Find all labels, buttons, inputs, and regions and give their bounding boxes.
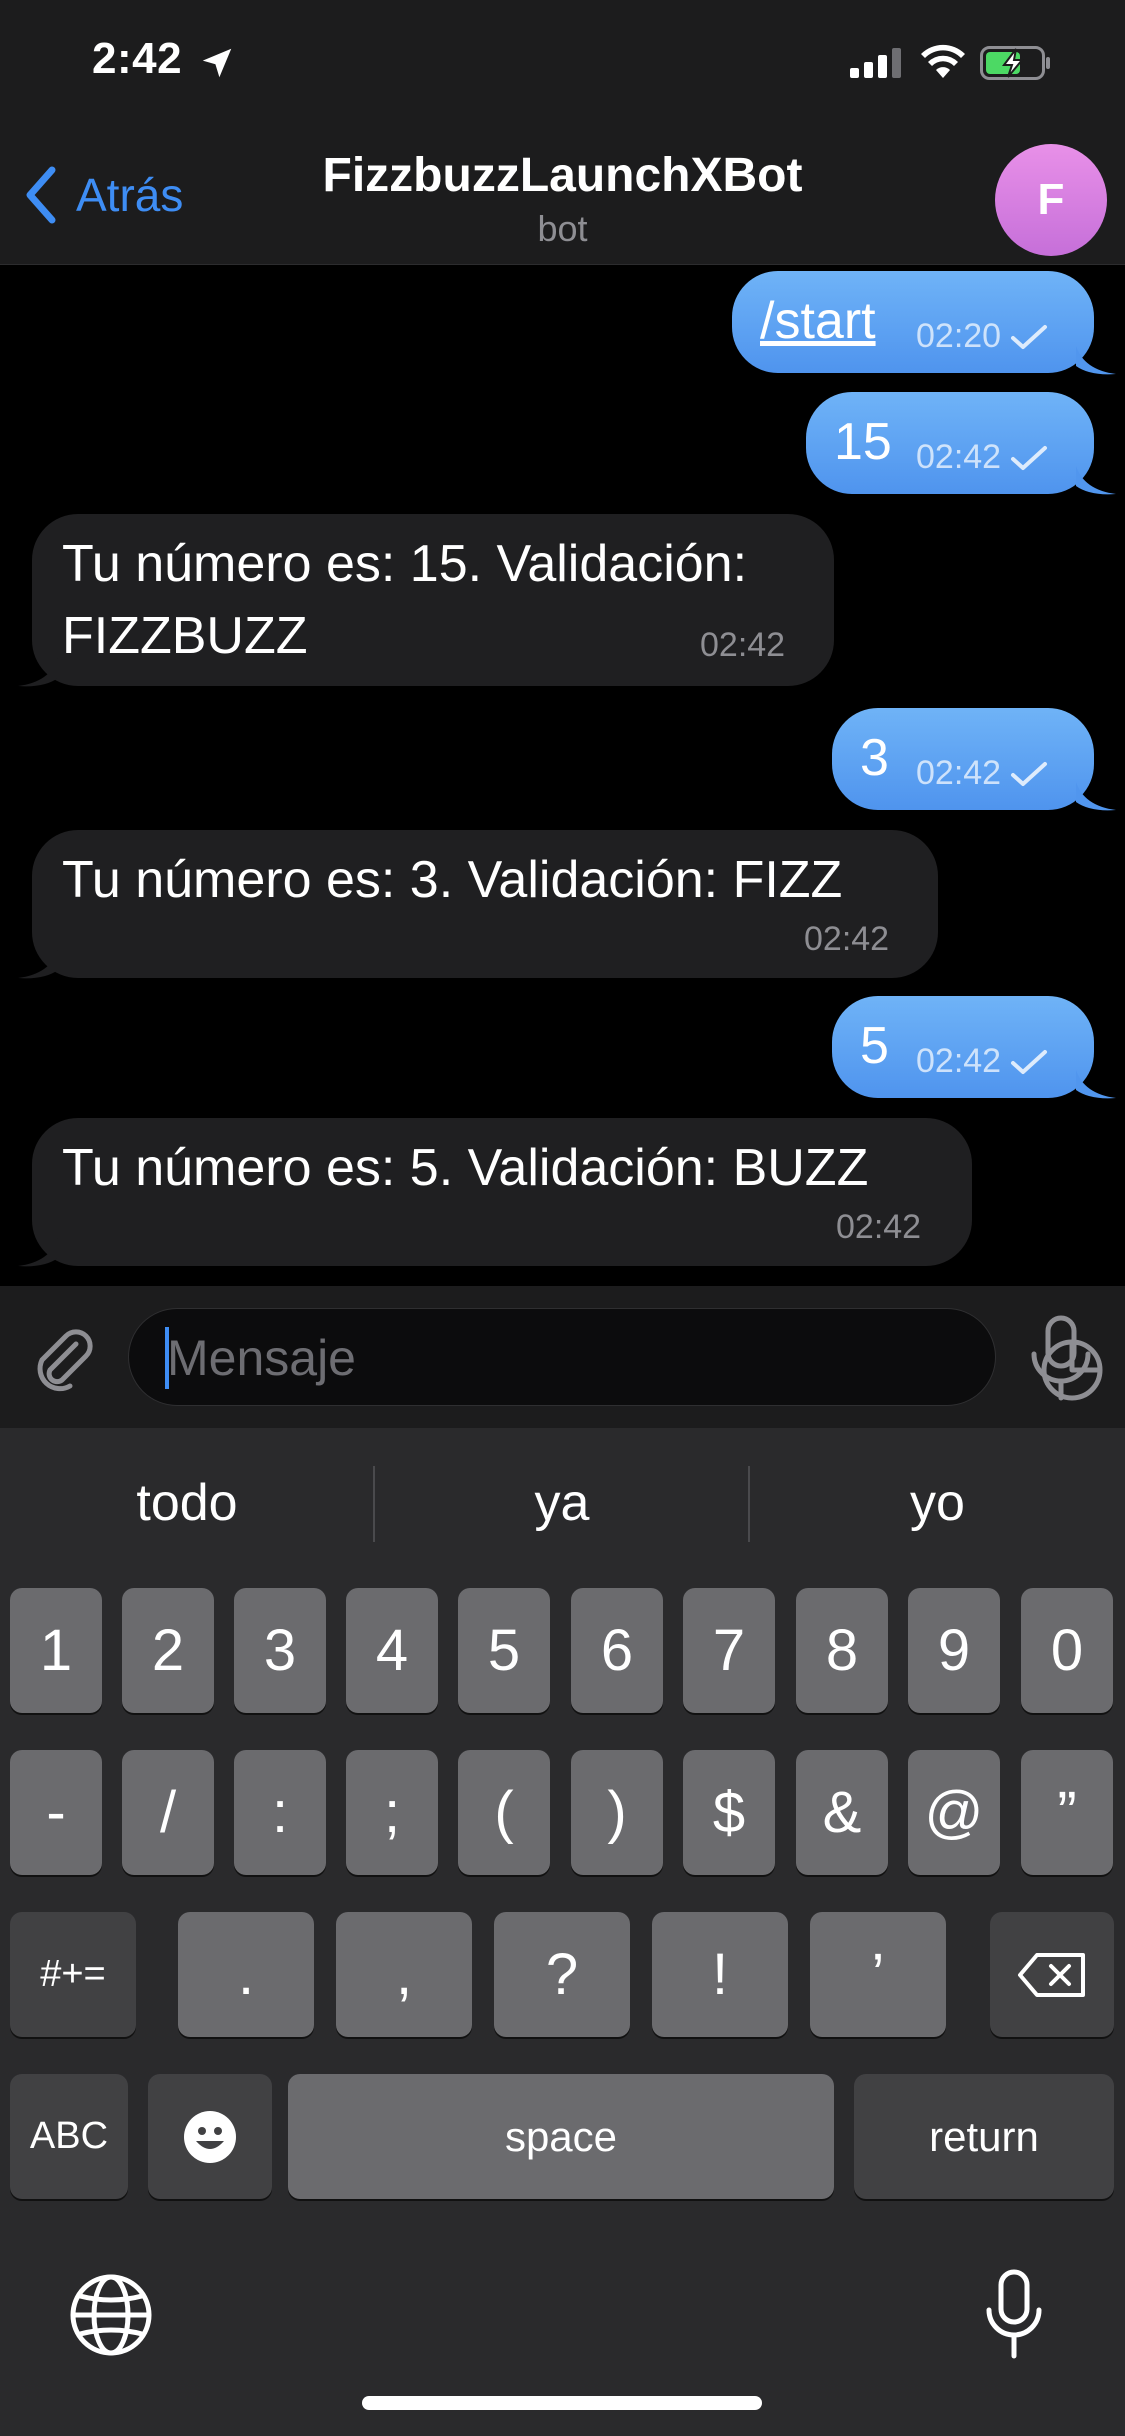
microphone-icon[interactable] <box>1026 1314 1096 1402</box>
message-text: 15 <box>834 413 892 471</box>
outgoing-message[interactable]: 15 02:42 <box>806 392 1094 494</box>
keyboard: todo ya yo 1 2 3 4 5 6 7 8 9 0 - / : ; (… <box>0 1428 1125 2436</box>
bot-command-link[interactable]: /start <box>760 291 876 351</box>
read-check-icon <box>1011 324 1048 349</box>
key-backspace[interactable] <box>990 1912 1114 2037</box>
key-1[interactable]: 1 <box>10 1588 102 1713</box>
bubble-tail <box>18 1238 58 1267</box>
key-7[interactable]: 7 <box>683 1588 775 1713</box>
message-text: Tu número es: 5. Validación: BUZZ <box>62 1139 869 1197</box>
key-8[interactable]: 8 <box>796 1588 888 1713</box>
message-time: 02:20 <box>916 317 1002 355</box>
message-placeholder: Mensaje <box>167 1330 356 1386</box>
bubble-tail <box>18 658 58 687</box>
dictation-microphone-icon[interactable] <box>984 2268 1044 2360</box>
globe-icon[interactable] <box>68 2272 154 2358</box>
key-space[interactable]: space <box>288 2074 834 2199</box>
chat-subtitle: bot <box>537 208 588 249</box>
home-indicator[interactable] <box>362 2396 762 2410</box>
key-emoji[interactable] <box>148 2074 272 2199</box>
bubble-tail <box>1076 346 1116 375</box>
backspace-icon <box>1018 1952 1085 1997</box>
suggestion-item[interactable]: ya <box>375 1458 749 1548</box>
message-text: 3 <box>860 729 889 787</box>
cellular-signal-icon <box>850 48 901 78</box>
key-abc[interactable]: ABC <box>10 2074 128 2199</box>
key-quote[interactable]: ” <box>1021 1750 1113 1875</box>
message-meta: 02:42 <box>836 1208 921 1247</box>
composer-bar: Mensaje <box>0 1286 1125 1428</box>
paperclip-icon[interactable] <box>28 1322 100 1394</box>
suggestion-item[interactable]: todo <box>0 1458 374 1548</box>
key-3[interactable]: 3 <box>234 1588 326 1713</box>
key-4[interactable]: 4 <box>346 1588 438 1713</box>
avatar[interactable]: F <box>995 144 1107 256</box>
wifi-icon <box>921 44 965 78</box>
message-time: 02:42 <box>836 1208 922 1246</box>
key-close-paren[interactable]: ) <box>571 1750 663 1875</box>
status-time: 2:42 <box>92 34 183 83</box>
chat-title[interactable]: FizzbuzzLaunchXBot <box>0 148 1125 203</box>
bubble-tail <box>18 950 58 979</box>
key-question[interactable]: ? <box>494 1912 630 2037</box>
key-slash[interactable]: / <box>122 1750 214 1875</box>
bubble-tail <box>1076 466 1116 495</box>
chat-header: Atrás FizzbuzzLaunchXBot bot F <box>0 130 1125 265</box>
key-0[interactable]: 0 <box>1021 1588 1113 1713</box>
key-dollar[interactable]: $ <box>683 1750 775 1875</box>
message-meta: 02:42 <box>916 1042 1049 1081</box>
outgoing-message[interactable]: 5 02:42 <box>832 996 1094 1098</box>
suggestion-item[interactable]: yo <box>750 1458 1125 1548</box>
key-ampersand[interactable]: & <box>796 1750 888 1875</box>
key-return[interactable]: return <box>854 2074 1114 2199</box>
message-list[interactable]: /start 02:20 15 02:42 Tu número es: 15. … <box>0 266 1125 1286</box>
key-symbols-toggle[interactable]: #+= <box>10 1912 136 2037</box>
message-meta: 02:42 <box>804 920 889 959</box>
emoji-icon <box>184 2110 236 2163</box>
status-bar: 2:42 <box>0 0 1125 130</box>
bubble-tail <box>1076 782 1116 811</box>
incoming-message[interactable]: Tu número es: 3. Validación: FIZZ 02:42 <box>32 830 938 978</box>
message-time: 02:42 <box>916 438 1002 476</box>
message-text: 5 <box>860 1017 889 1075</box>
read-check-icon <box>1011 761 1048 786</box>
incoming-message[interactable]: Tu número es: 5. Validación: BUZZ 02:42 <box>32 1118 972 1266</box>
key-period[interactable]: . <box>178 1912 314 2037</box>
message-input[interactable]: Mensaje <box>128 1308 1103 1406</box>
key-2[interactable]: 2 <box>122 1588 214 1713</box>
message-text: Tu número es: 3. Validación: FIZZ <box>62 851 843 909</box>
key-6[interactable]: 6 <box>571 1588 663 1713</box>
message-meta: 02:42 <box>700 626 785 665</box>
key-open-paren[interactable]: ( <box>458 1750 550 1875</box>
read-check-icon <box>1011 1049 1048 1074</box>
location-arrow-icon <box>202 48 232 78</box>
key-colon[interactable]: : <box>234 1750 326 1875</box>
outgoing-message[interactable]: /start 02:20 <box>732 271 1094 373</box>
message-meta: 02:20 <box>916 317 1049 356</box>
battery-charging-icon <box>980 46 1050 80</box>
key-9[interactable]: 9 <box>908 1588 1000 1713</box>
suggestion-bar: todo ya yo <box>0 1428 1125 1578</box>
bubble-tail <box>1076 1070 1116 1099</box>
key-at[interactable]: @ <box>908 1750 1000 1875</box>
message-time: 02:42 <box>916 1042 1002 1080</box>
key-apostrophe[interactable]: ’ <box>810 1912 946 2037</box>
outgoing-message[interactable]: 3 02:42 <box>832 708 1094 810</box>
key-exclamation[interactable]: ! <box>652 1912 788 2037</box>
key-hyphen[interactable]: - <box>10 1750 102 1875</box>
message-text-line: Tu número es: 15. Validación: <box>62 535 748 593</box>
key-semicolon[interactable]: ; <box>346 1750 438 1875</box>
key-comma[interactable]: , <box>336 1912 472 2037</box>
key-5[interactable]: 5 <box>458 1588 550 1713</box>
message-meta: 02:42 <box>916 754 1049 793</box>
message-time: 02:42 <box>916 754 1002 792</box>
incoming-message[interactable]: Tu número es: 15. Validación: FIZZBUZZ 0… <box>32 514 834 686</box>
message-time: 02:42 <box>804 920 890 958</box>
read-check-icon <box>1011 445 1048 470</box>
message-meta: 02:42 <box>916 438 1049 477</box>
message-time: 02:42 <box>700 626 786 664</box>
message-text-line: FIZZBUZZ <box>62 607 308 665</box>
